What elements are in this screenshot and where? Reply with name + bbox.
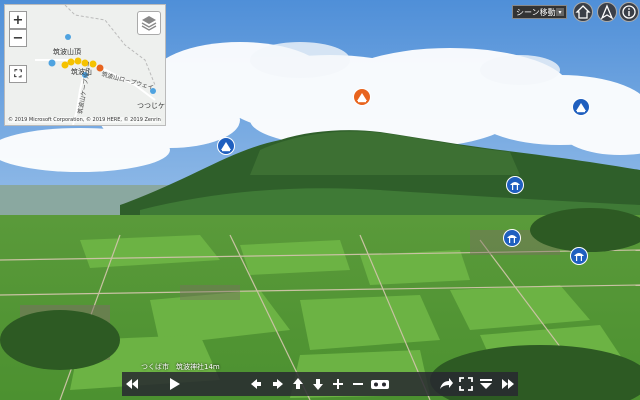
navigation-arrow-icon [600,4,614,20]
fullscreen-icon[interactable] [458,376,474,392]
home-icon [575,5,591,19]
hotspot-marker-mountain[interactable] [217,137,235,155]
shrine-icon [507,235,517,243]
shrine-icon [574,253,584,261]
info-button[interactable] [619,2,639,22]
home-button[interactable] [573,2,593,22]
fast-forward-icon[interactable] [500,376,516,392]
map-zoom-out-button[interactable]: − [9,29,27,47]
mountain-icon [357,93,367,103]
mountain-icon [576,103,586,113]
mountain-icon [221,142,231,152]
playback-control-bar [122,372,518,396]
share-icon[interactable] [438,376,454,392]
location-caption: つくば市 筑波神社14m [141,363,220,371]
hotspot-marker-shrine[interactable] [503,229,521,247]
shrine-icon [510,182,520,190]
navigate-button[interactable] [597,2,617,22]
hotspot-marker-mountain[interactable] [572,98,590,116]
rewind-icon[interactable] [124,376,140,392]
scene-select-label: シーン移動 [516,7,556,17]
minimap[interactable]: + − ⛶ 筑波山頂 筑波山 つつじケ 筑波山ロープウェイ 筑波山ケーブルカー … [4,4,166,126]
map-zoom-in-button[interactable]: + [9,11,27,29]
hotspot-marker-shrine[interactable] [506,176,524,194]
scene-select[interactable]: シーン移動 ▾ [512,5,567,19]
info-icon [622,5,636,19]
chevron-down-icon: ▾ [556,8,564,16]
vr-icon[interactable] [370,376,390,392]
layers-icon [141,16,157,31]
hotspot-marker-summit[interactable] [353,88,371,106]
zoom-in-icon[interactable] [330,376,346,392]
map-fullscreen-button[interactable]: ⛶ [9,65,27,83]
hotspot-marker-shrine[interactable] [570,247,588,265]
arrow-left-icon[interactable] [248,376,264,392]
map-copyright: © 2019 Microsoft Corporation, © 2019 HER… [8,117,161,123]
arrow-down-icon[interactable] [310,376,326,392]
play-icon[interactable] [166,376,182,392]
map-place-label: つつじケ [137,102,165,110]
zoom-out-icon[interactable] [350,376,366,392]
arrow-up-icon[interactable] [290,376,306,392]
collapse-icon[interactable] [478,376,494,392]
map-place-label: 筑波山頂 [53,48,81,56]
map-layers-button[interactable] [137,11,161,35]
arrow-right-icon[interactable] [270,376,286,392]
